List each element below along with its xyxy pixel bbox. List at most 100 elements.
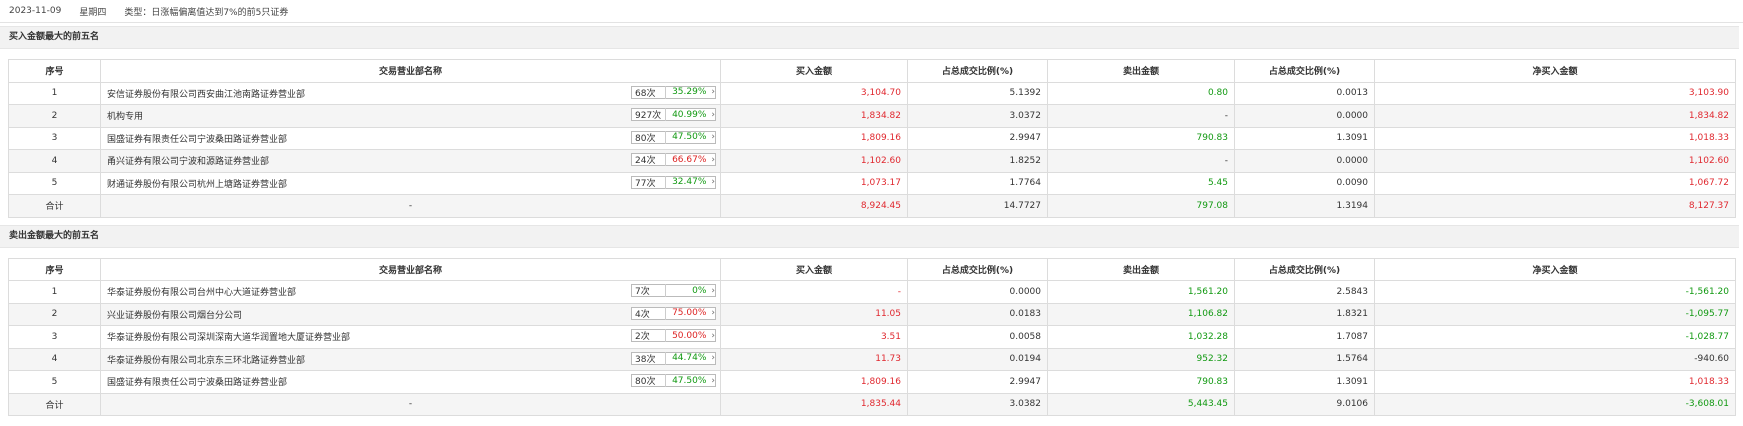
buy-amount: -	[720, 280, 908, 304]
table-row: 4 甬兴证券有限公司宁波和源路证券营业部 24次 66.67% › 1,102.60…	[8, 149, 1736, 173]
buy-ratio: 0.0000	[907, 280, 1048, 304]
count-label: 80次	[632, 130, 666, 144]
table-row: 2 兴业证券股份有限公司烟台分公司 4次 75.00% › 11.05 0.0183…	[8, 302, 1736, 326]
row-no: 5	[8, 370, 101, 394]
branch-name-link[interactable]: 华泰证券股份有限公司台州中心大道证券营业部	[107, 285, 296, 298]
branch-cell: 华泰证券股份有限公司台州中心大道证券营业部 7次 0% ›	[100, 280, 721, 304]
branch-stats-tag[interactable]: 77次 32.47% ›	[631, 175, 716, 189]
col-header-name: 交易营业部名称	[100, 257, 721, 281]
chevron-right-icon: ›	[711, 375, 715, 386]
sell-ratio: 0.0013	[1234, 81, 1375, 105]
buy-amount: 11.05	[720, 302, 908, 326]
branch-name-link[interactable]: 财通证券股份有限公司杭州上塘路证券营业部	[107, 177, 287, 190]
win-rate-label: 32.47%	[672, 177, 707, 187]
branch-stats-tag[interactable]: 38次 44.74% ›	[631, 351, 716, 365]
row-no: 4	[8, 149, 101, 173]
branch-stats-tag[interactable]: 4次 75.00% ›	[631, 306, 716, 320]
table-row: 3 华泰证券股份有限公司深圳深南大道华润置地大厦证券营业部 2次 50.00% › …	[8, 325, 1736, 349]
col-header-sell-ratio: 占总成交比例(%)	[1234, 59, 1375, 83]
row-no: 2	[8, 104, 101, 128]
buy-ratio: 1.8252	[907, 149, 1048, 173]
sell-ratio: 0.0000	[1234, 104, 1375, 128]
table-header-row: 序号 交易营业部名称 买入金额 占总成交比例(%) 卖出金额 占总成交比例(%)…	[8, 257, 1736, 281]
buy-amount: 1,073.17	[720, 171, 908, 195]
sell-amount: 1,106.82	[1047, 302, 1235, 326]
table-row: 5 国盛证券有限责任公司宁波桑田路证券营业部 80次 47.50% › 1,809.…	[8, 370, 1736, 394]
win-rate-label: 44.74%	[672, 353, 707, 363]
sell-ratio: 1.8321	[1234, 302, 1375, 326]
branch-name-link[interactable]: 国盛证券有限责任公司宁波桑田路证券营业部	[107, 132, 287, 145]
net-amount: 3,103.90	[1374, 81, 1736, 105]
buy-ratio: 2.9947	[907, 370, 1048, 394]
chevron-right-icon: ›	[711, 308, 715, 318]
total-net-amount: -3,608.01	[1374, 392, 1736, 416]
branch-name-link[interactable]: 华泰证券股份有限公司深圳深南大道华润置地大厦证券营业部	[107, 330, 350, 343]
branch-name-link[interactable]: 华泰证券股份有限公司北京东三环北路证券营业部	[107, 353, 305, 366]
chevron-right-icon: ›	[711, 353, 715, 363]
buy-ratio: 0.0058	[907, 325, 1048, 349]
row-no: 5	[8, 171, 101, 195]
total-buy-amount: 8,924.45	[720, 194, 908, 218]
buy-ratio: 0.0194	[907, 347, 1048, 371]
branch-cell: 安信证券股份有限公司西安曲江池南路证券营业部 68次 35.29% ›	[100, 81, 721, 105]
branch-stats-tag[interactable]: 2次 50.00% ›	[631, 329, 716, 342]
count-label: 927次	[632, 108, 666, 121]
list-type: 类型：日涨幅偏离值达到7%的前5只证券	[124, 7, 289, 18]
table-row: 2 机构专用 927次 40.99% › 1,834.82 3.0372 - 0.0…	[8, 104, 1736, 128]
table-row: 5 财通证券股份有限公司杭州上塘路证券营业部 77次 32.47% › 1,073.…	[8, 171, 1736, 195]
win-rate-label: 75.00%	[672, 308, 707, 318]
chevron-right-icon: ›	[711, 87, 715, 97]
buy-amount: 3,104.70	[720, 81, 908, 105]
sell-amount: 952.32	[1047, 347, 1235, 371]
count-label: 38次	[632, 351, 666, 365]
branch-name-link[interactable]: 甬兴证券有限公司宁波和源路证券营业部	[107, 154, 269, 167]
count-label: 68次	[632, 85, 666, 99]
total-sell-ratio: 1.3194	[1234, 194, 1375, 218]
trade-date: 2023-11-09	[9, 6, 62, 16]
buy-amount: 1,102.60	[720, 149, 908, 173]
buy-ratio: 1.7764	[907, 171, 1048, 195]
sell-amount: -	[1047, 149, 1235, 173]
net-amount: -1,095.77	[1374, 302, 1736, 326]
col-header-buy: 买入金额	[720, 59, 908, 83]
branch-cell: 财通证券股份有限公司杭州上塘路证券营业部 77次 32.47% ›	[100, 171, 721, 195]
total-buy-amount: 1,835.44	[720, 392, 908, 416]
net-amount: 1,067.72	[1374, 171, 1736, 195]
branch-name-link[interactable]: 国盛证券有限责任公司宁波桑田路证券营业部	[107, 375, 287, 388]
count-label: 4次	[632, 306, 666, 320]
total-net-amount: 8,127.37	[1374, 194, 1736, 218]
branch-cell: 甬兴证券有限公司宁波和源路证券营业部 24次 66.67% ›	[100, 149, 721, 173]
branch-stats-tag[interactable]: 24次 66.67% ›	[631, 153, 716, 166]
branch-stats-tag[interactable]: 68次 35.29% ›	[631, 85, 716, 99]
sell-ratio: 1.5764	[1234, 347, 1375, 371]
buy-amount: 3.51	[720, 325, 908, 349]
total-buy-ratio: 3.0382	[907, 392, 1048, 416]
buy-amount: 11.73	[720, 347, 908, 371]
col-header-buy-ratio: 占总成交比例(%)	[907, 59, 1048, 83]
sell-top5-table: 序号 交易营业部名称 买入金额 占总成交比例(%) 卖出金额 占总成交比例(%)…	[8, 257, 1736, 417]
row-no: 1	[8, 280, 101, 304]
total-row: 合计 - 1,835.44 3.0382 5,443.45 9.0106 -3,…	[8, 392, 1736, 416]
sell-amount: 790.83	[1047, 370, 1235, 394]
row-no: 3	[8, 325, 101, 349]
col-header-sell: 卖出金额	[1047, 257, 1235, 281]
branch-stats-tag[interactable]: 7次 0% ›	[631, 284, 716, 297]
total-sell-amount: 797.08	[1047, 194, 1235, 218]
branch-stats-tag[interactable]: 80次 47.50% ›	[631, 374, 716, 387]
table-header-row: 序号 交易营业部名称 买入金额 占总成交比例(%) 卖出金额 占总成交比例(%)…	[8, 59, 1736, 83]
win-rate-label: 47.50%	[672, 132, 707, 142]
branch-name-link[interactable]: 机构专用	[107, 109, 143, 122]
row-no: 3	[8, 126, 101, 150]
branch-stats-tag[interactable]: 927次 40.99% ›	[631, 108, 716, 121]
net-amount: -940.60	[1374, 347, 1736, 371]
branch-cell: 国盛证券有限责任公司宁波桑田路证券营业部 80次 47.50% ›	[100, 370, 721, 394]
branch-name-link[interactable]: 兴业证券股份有限公司烟台分公司	[107, 308, 242, 321]
sell-amount: -	[1047, 104, 1235, 128]
sell-section-title: 卖出金额最大的前五名	[0, 224, 1739, 248]
buy-ratio: 3.0372	[907, 104, 1048, 128]
buy-ratio: 0.0183	[907, 302, 1048, 326]
branch-name-link[interactable]: 安信证券股份有限公司西安曲江池南路证券营业部	[107, 87, 305, 100]
branch-stats-tag[interactable]: 80次 47.50% ›	[631, 130, 716, 144]
sell-ratio: 1.3091	[1234, 370, 1375, 394]
buy-top5-table: 序号 交易营业部名称 买入金额 占总成交比例(%) 卖出金额 占总成交比例(%)…	[8, 59, 1736, 218]
